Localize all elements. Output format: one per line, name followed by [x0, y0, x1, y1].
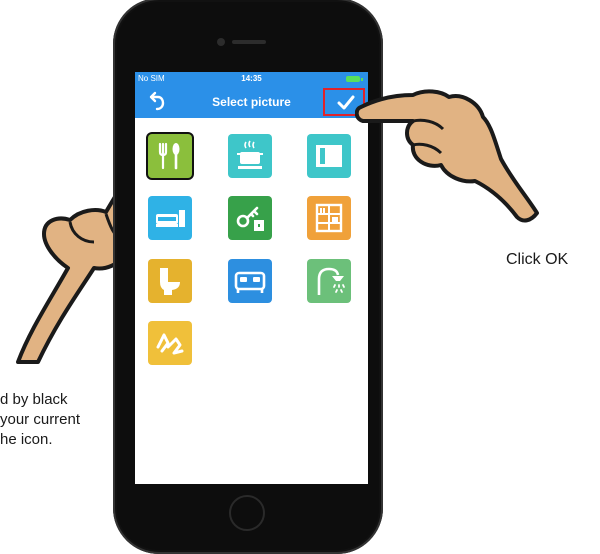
bookshelf-icon [315, 203, 343, 233]
shower-icon [317, 267, 345, 295]
cooking-pot-icon [237, 140, 263, 169]
icon-tile-toilet[interactable] [148, 259, 192, 303]
icon-tile-shower[interactable] [307, 259, 351, 303]
scribble-icon [156, 333, 184, 355]
sofa-tv-icon [156, 210, 185, 227]
icon-tile-entrance[interactable] [228, 196, 272, 240]
phone-screen: No SIM 14:35 Select picture [135, 72, 368, 484]
earpiece-speaker [232, 40, 266, 44]
window-panel-icon [316, 145, 342, 167]
icon-tile-window[interactable] [307, 134, 351, 178]
icon-tile-other[interactable] [148, 321, 192, 365]
checkmark-icon [337, 95, 355, 110]
instruction-note-line: your current [0, 411, 81, 428]
bed-icon [234, 271, 266, 293]
icon-tile-kitchen[interactable] [228, 134, 272, 178]
status-bar: No SIM 14:35 [135, 72, 368, 86]
icon-tile-restaurant[interactable] [148, 134, 192, 178]
instruction-note-line: he icon. [0, 431, 53, 448]
instruction-note: d by black your current he icon. [0, 390, 80, 450]
toilet-icon [160, 268, 180, 295]
pointing-hand-right [355, 89, 539, 223]
icon-tile-study[interactable] [307, 196, 351, 240]
clock-label: 14:35 [241, 74, 262, 83]
key-door-icon [236, 206, 264, 231]
click-ok-caption: Click OK [506, 251, 569, 268]
nav-bar: Select picture [135, 86, 368, 118]
icon-tile-living-room[interactable] [148, 196, 192, 240]
icon-tile-bedroom[interactable] [228, 259, 272, 303]
front-camera [217, 38, 225, 46]
instruction-note-line: d by black [0, 391, 68, 408]
home-button[interactable] [229, 495, 265, 531]
fork-spoon-icon [158, 142, 180, 170]
battery-icon [346, 76, 363, 82]
